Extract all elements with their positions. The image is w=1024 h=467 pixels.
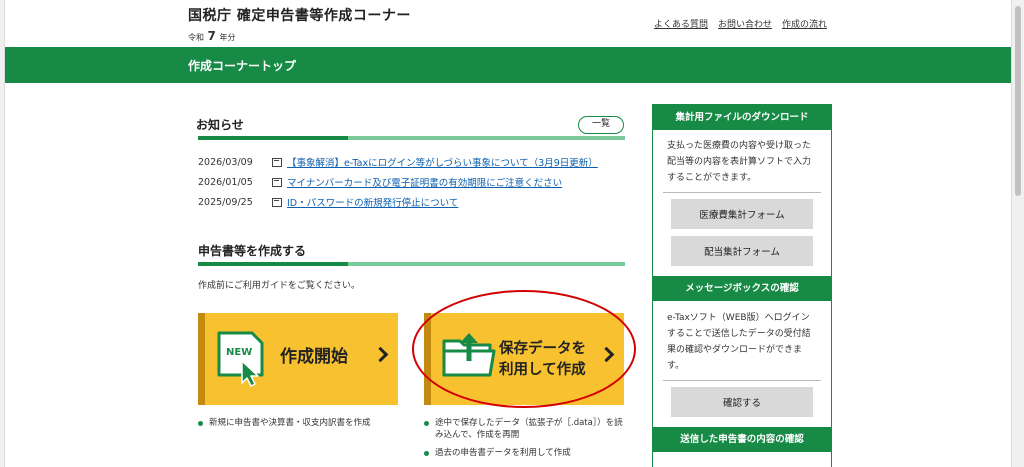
start-create-description: 新規に申告書や決算書・収支内訳書を作成 xyxy=(198,417,413,435)
news-date: 2026/03/09 xyxy=(198,156,253,168)
chevron-right-icon xyxy=(372,346,389,363)
saved-data-label-1: 保存データを xyxy=(499,341,586,357)
submitted-confirm-heading: 送信した申告書の内容の確認 xyxy=(653,427,831,452)
document-icon xyxy=(272,197,282,207)
new-badge: NEW xyxy=(226,347,252,358)
download-text: 支払った医療費の内容や受け取った配当等の内容を表計算ソフトで入力することができま… xyxy=(667,141,812,183)
guide-text: 作成前にご利用ガイドをご覧ください。 xyxy=(198,281,360,291)
contact-link[interactable]: お問い合わせ xyxy=(718,17,772,30)
saved-data-desc-item: 途中で保存したデータ（拡張子が［.data］）を読み込んで、作成を再開 xyxy=(435,418,623,440)
flow-link[interactable]: 作成の流れ xyxy=(782,17,827,30)
start-create-desc-item: 新規に申告書や決算書・収支内訳書を作成 xyxy=(209,418,371,428)
chevron-right-icon xyxy=(598,346,615,363)
create-divider xyxy=(198,262,625,266)
sidebar: 集計用ファイルのダウンロード 支払った医療費の内容や受け取った配当等の内容を表計… xyxy=(652,104,832,467)
nav-bar: 作成コーナートップ xyxy=(5,47,1011,83)
divider xyxy=(663,192,821,193)
header-links: よくある質問 お問い合わせ 作成の流れ xyxy=(654,17,827,30)
era-suffix: 年分 xyxy=(219,33,236,42)
new-document-icon: NEW xyxy=(217,331,264,387)
folder-upload-icon xyxy=(442,333,496,377)
saved-data-desc-item: 過去の申告書データを利用して作成 xyxy=(435,448,571,458)
site-title[interactable]: 国税庁 確定申告書等作成コーナー xyxy=(188,5,411,25)
news-divider xyxy=(198,136,625,140)
era-year: 7 xyxy=(207,29,216,43)
saved-data-label-2: 利用して作成 xyxy=(499,362,586,378)
saved-data-button[interactable]: 保存データを 利用して作成 xyxy=(424,313,624,405)
message-box-text: e-Taxソフト（WEB版）へログインすることで送信したデータの受付結果の確認や… xyxy=(667,313,811,371)
news-list-button[interactable]: 一覧 xyxy=(578,116,624,134)
news-date: 2026/01/05 xyxy=(198,176,253,188)
news-date: 2025/09/25 xyxy=(198,196,253,208)
medical-expense-form-button[interactable]: 医療費集計フォーム xyxy=(671,199,813,229)
confirm-button[interactable]: 確認する xyxy=(671,387,813,417)
create-heading: 申告書等を作成する xyxy=(198,244,307,258)
divider xyxy=(663,380,821,381)
nav-title[interactable]: 作成コーナートップ xyxy=(188,57,296,74)
download-heading: 集計用ファイルのダウンロード xyxy=(653,105,831,130)
scrollbar[interactable] xyxy=(1012,0,1024,467)
news-link[interactable]: マイナンバーカード及び電子証明書の有効期限にご注意ください xyxy=(287,175,562,189)
start-create-button[interactable]: NEW 作成開始 xyxy=(198,313,398,405)
news-item: 2025/09/25 ID・パスワードの新規発行停止について xyxy=(198,192,598,212)
document-icon xyxy=(272,157,282,167)
news-item: 2026/01/05 マイナンバーカード及び電子証明書の有効期限にご注意ください xyxy=(198,172,598,192)
message-box-heading: メッセージボックスの確認 xyxy=(653,276,831,301)
news-list: 2026/03/09 【事象解消】e-Taxにログイン等がしづらい事象について（… xyxy=(198,152,598,212)
document-icon xyxy=(272,177,282,187)
page: 国税庁 確定申告書等作成コーナー 令和 7 年分 よくある質問 お問い合わせ 作… xyxy=(4,0,1012,467)
news-heading: お知らせ xyxy=(196,118,244,132)
news-item: 2026/03/09 【事象解消】e-Taxにログイン等がしづらい事象について（… xyxy=(198,152,598,172)
news-link[interactable]: ID・パスワードの新規発行停止について xyxy=(287,195,458,209)
dividend-form-button[interactable]: 配当集計フォーム xyxy=(671,236,813,266)
era-prefix: 令和 xyxy=(188,33,204,42)
faq-link[interactable]: よくある質問 xyxy=(654,17,708,30)
tax-year: 令和 7 年分 xyxy=(188,29,235,43)
news-link[interactable]: 【事象解消】e-Taxにログイン等がしづらい事象について（3月9日更新） xyxy=(287,155,598,169)
saved-data-description: 途中で保存したデータ（拡張子が［.data］）を読み込んで、作成を再開 過去の申… xyxy=(424,417,629,465)
start-create-label: 作成開始 xyxy=(280,347,348,367)
scrollbar-thumb[interactable] xyxy=(1015,6,1021,196)
